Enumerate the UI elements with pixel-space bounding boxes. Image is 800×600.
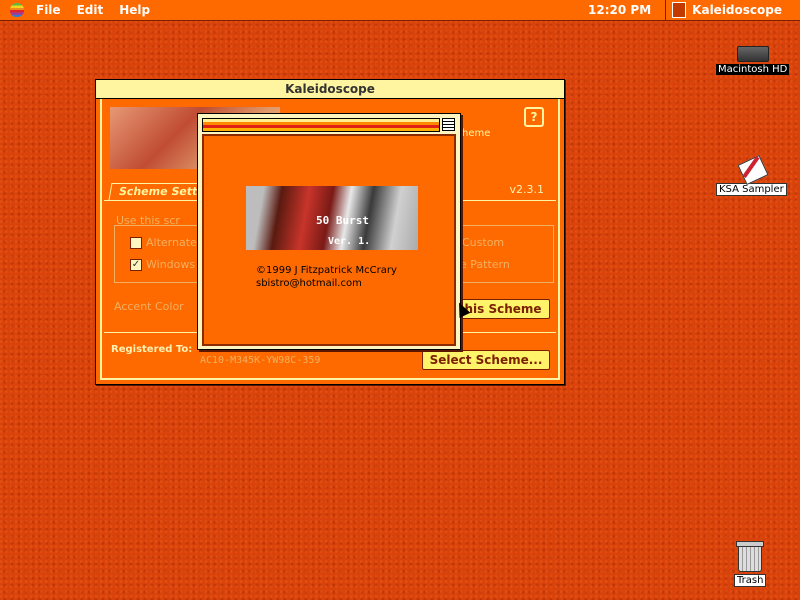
active-app-label: Kaleidoscope bbox=[692, 3, 782, 17]
apple-menu-icon[interactable] bbox=[10, 3, 24, 17]
menu-clock[interactable]: 12:20 PM bbox=[574, 3, 665, 17]
window-title: Kaleidoscope bbox=[285, 82, 375, 96]
menu-bar: File Edit Help 12:20 PM Kaleidoscope bbox=[0, 0, 800, 21]
alternate-checkbox[interactable] bbox=[130, 237, 142, 249]
image-title: 50 Burst bbox=[316, 214, 369, 227]
pattern-label: e Pattern bbox=[460, 258, 510, 271]
copyright-text: ©1999 J Fitzpatrick McCrary bbox=[256, 265, 397, 276]
custom-label: Custom bbox=[462, 236, 505, 249]
application-icon bbox=[672, 2, 687, 18]
desktop-icon-label: Trash bbox=[734, 574, 767, 587]
menu-bar-right: 12:20 PM Kaleidoscope bbox=[574, 0, 800, 20]
application-menu[interactable]: Kaleidoscope bbox=[666, 2, 800, 18]
accent-color-label: Accent Color bbox=[114, 300, 184, 313]
about-content: 50 Burst Ver. 1. ©1999 J Fitzpatrick McC… bbox=[202, 134, 456, 346]
desktop-icon-label: Macintosh HD bbox=[716, 64, 790, 75]
desktop-icon-label: KSA Sampler bbox=[716, 183, 787, 196]
dialog-title-stripe[interactable] bbox=[202, 118, 440, 132]
menu-help[interactable]: Help bbox=[119, 3, 150, 17]
menu-file[interactable]: File bbox=[36, 3, 61, 17]
menu-edit[interactable]: Edit bbox=[77, 3, 104, 17]
windows-checkbox[interactable]: ✓ bbox=[130, 259, 142, 271]
document-icon bbox=[737, 154, 769, 186]
select-scheme-button[interactable]: Select Scheme... bbox=[422, 350, 550, 370]
desktop-icon-ksa-sampler[interactable]: KSA Sampler bbox=[716, 154, 787, 196]
window-title-bar[interactable]: Kaleidoscope bbox=[96, 80, 564, 99]
image-version: Ver. 1. bbox=[328, 236, 371, 247]
checkbox-label: Windows bbox=[146, 258, 196, 271]
hard-drive-icon bbox=[736, 46, 769, 62]
registration-code: AC10-M345K-YW98C-359 bbox=[200, 355, 321, 366]
checkbox-label: Alternate bbox=[146, 236, 197, 249]
dialog-menu-icon[interactable] bbox=[442, 118, 455, 131]
email-text: sbistro@hotmail.com bbox=[256, 278, 362, 289]
desktop-icon-macintosh-hd[interactable]: Macintosh HD bbox=[716, 42, 790, 75]
guitar-image: 50 Burst Ver. 1. bbox=[246, 186, 418, 250]
about-dialog: 50 Burst Ver. 1. ©1999 J Fitzpatrick McC… bbox=[197, 113, 461, 350]
registered-to-label: Registered To: bbox=[111, 344, 193, 355]
use-scheme-button[interactable]: his Scheme bbox=[456, 299, 550, 319]
trash-icon bbox=[736, 541, 765, 572]
version-label: v2.3.1 bbox=[509, 183, 545, 196]
help-icon[interactable]: ? bbox=[524, 107, 544, 127]
desktop-icon-trash[interactable]: Trash bbox=[734, 541, 767, 587]
